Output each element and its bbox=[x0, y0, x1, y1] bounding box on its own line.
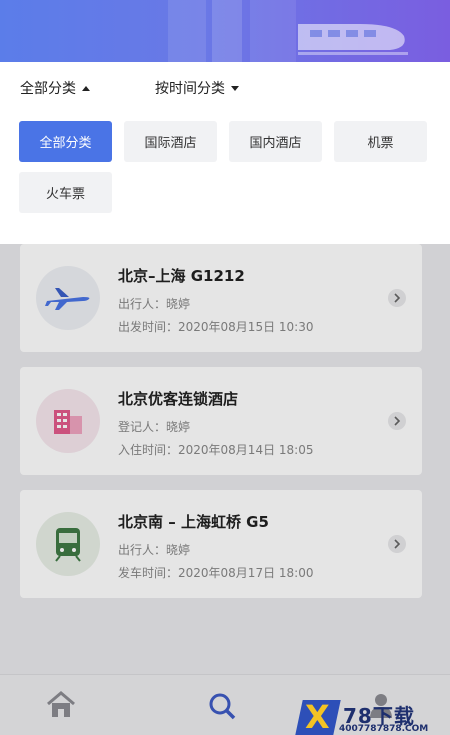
home-icon bbox=[47, 691, 75, 717]
order-thumb bbox=[36, 266, 100, 330]
order-time: 发车时间：2020年08月17日 18:00 bbox=[118, 566, 314, 580]
order-thumb bbox=[36, 389, 100, 453]
order-title: 北京南 – 上海虹桥 G5 bbox=[118, 513, 269, 531]
train-illustration-icon bbox=[298, 24, 408, 55]
order-card-flight[interactable]: 北京–上海 G1212 出行人：晓婷 出发时间：2020年08月15日 10:3… bbox=[20, 244, 422, 352]
watermark-mark: X bbox=[305, 698, 330, 735]
caret-up-icon bbox=[82, 85, 90, 91]
filter-chip-train[interactable]: 火车票 bbox=[19, 172, 112, 213]
time-sort-label: 按时间分类 bbox=[155, 81, 225, 97]
airplane-icon bbox=[45, 288, 90, 310]
filter-chip-intl-hotel[interactable]: 国际酒店 bbox=[124, 121, 217, 162]
order-traveler: 出行人：晓婷 bbox=[118, 543, 191, 557]
caret-down-icon bbox=[231, 85, 239, 91]
order-card-train[interactable]: 北京南 – 上海虹桥 G5 出行人：晓婷 发车时间：2020年08月17日 18… bbox=[20, 490, 422, 598]
filter-panel: 全部分类 按时间分类 全部分类 国际酒店 国内酒店 机票 火车票 bbox=[0, 62, 450, 244]
category-sort-label: 全部分类 bbox=[20, 81, 76, 97]
chevron-right-icon[interactable] bbox=[388, 289, 406, 307]
filter-chips: 全部分类 国际酒店 国内酒店 机票 火车票 bbox=[19, 121, 429, 213]
sort-row: 全部分类 按时间分类 bbox=[20, 78, 239, 98]
tab-home[interactable] bbox=[45, 691, 77, 723]
banner-decoration bbox=[212, 0, 242, 62]
search-icon bbox=[209, 693, 236, 720]
train-icon bbox=[55, 528, 81, 562]
order-title: 北京–上海 G1212 bbox=[118, 267, 245, 285]
order-thumb bbox=[36, 512, 100, 576]
order-time: 出发时间：2020年08月15日 10:30 bbox=[118, 320, 314, 334]
filter-chip-all[interactable]: 全部分类 bbox=[19, 121, 112, 162]
order-guest: 登记人：晓婷 bbox=[118, 420, 191, 434]
time-sort-dropdown[interactable]: 按时间分类 bbox=[155, 78, 275, 98]
banner-decoration bbox=[168, 0, 206, 62]
filter-chip-flight[interactable]: 机票 bbox=[334, 121, 427, 162]
chevron-right-icon[interactable] bbox=[388, 535, 406, 553]
hotel-icon bbox=[54, 410, 82, 434]
order-title: 北京优客连锁酒店 bbox=[118, 390, 239, 408]
tab-search[interactable] bbox=[207, 691, 237, 725]
header-banner bbox=[0, 0, 450, 62]
order-traveler: 出行人：晓婷 bbox=[118, 297, 191, 311]
watermark-logo: X 78下载 4007787878.COM bbox=[295, 698, 450, 735]
chevron-right-icon[interactable] bbox=[388, 412, 406, 430]
order-time: 入住时间：2020年08月14日 18:05 bbox=[118, 443, 314, 457]
watermark-url: 4007787878.COM bbox=[339, 724, 429, 734]
order-list: 北京–上海 G1212 出行人：晓婷 出发时间：2020年08月15日 10:3… bbox=[0, 244, 450, 674]
filter-chip-domestic-hotel[interactable]: 国内酒店 bbox=[229, 121, 322, 162]
order-card-hotel[interactable]: 北京优客连锁酒店 登记人：晓婷 入住时间：2020年08月14日 18:05 bbox=[20, 367, 422, 475]
category-sort-dropdown[interactable]: 全部分类 bbox=[20, 78, 90, 98]
